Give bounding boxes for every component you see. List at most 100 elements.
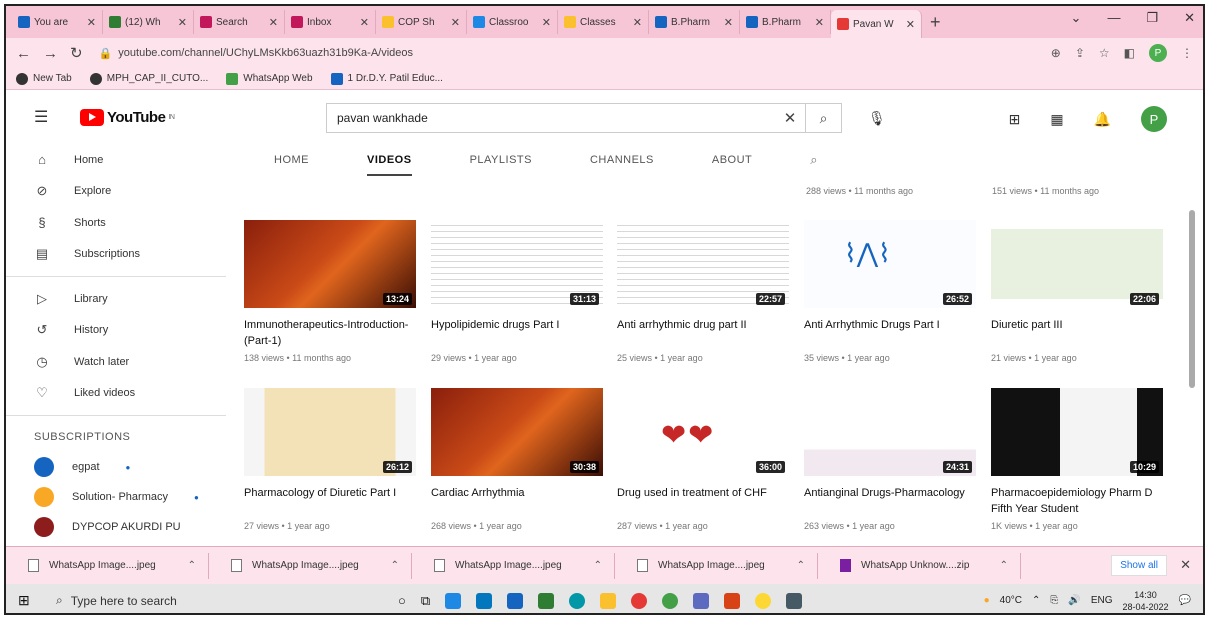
volume-icon[interactable]: 🔊 — [1068, 595, 1080, 606]
sidepanel-icon[interactable]: ◧ — [1124, 46, 1135, 60]
back-icon[interactable]: ← — [16, 45, 31, 62]
video-card[interactable]: 31:13 Hypolipidemic drugs Part I 29 views … — [431, 220, 603, 363]
download-options-icon[interactable]: ⌃ — [1000, 560, 1008, 571]
sidebar-item-watch-later[interactable]: ◷ Watch later — [6, 346, 226, 378]
video-thumbnail[interactable]: 26:12 — [244, 388, 416, 476]
video-thumbnail[interactable]: ❤❤ 36:00 — [617, 388, 789, 476]
create-video-icon[interactable]: ⊞ — [1009, 111, 1021, 128]
tab-close-icon[interactable]: ✕ — [178, 16, 187, 29]
store-app-icon[interactable] — [476, 592, 493, 609]
show-all-downloads-button[interactable]: Show all — [1111, 555, 1167, 576]
browser-tab[interactable]: (12) Wh ✕ — [103, 10, 194, 34]
video-title[interactable]: Antianginal Drugs-Pharmacology — [804, 485, 976, 517]
video-thumbnail[interactable]: 13:24 — [244, 220, 416, 308]
video-title[interactable]: Pharmacology of Diuretic Part I — [244, 485, 416, 517]
video-thumbnail[interactable]: 22:06 — [991, 220, 1163, 308]
video-title[interactable]: Immunotherapeutics-Introduction-(Part-1) — [244, 317, 416, 349]
video-thumbnail[interactable]: 30:38 — [431, 388, 603, 476]
bookmark-item[interactable]: WhatsApp Web — [226, 72, 313, 85]
tab-close-icon[interactable]: ✕ — [815, 16, 824, 29]
chrome-profile-icon[interactable] — [755, 592, 772, 609]
tab-close-icon[interactable]: ✕ — [906, 18, 915, 31]
channel-search-icon[interactable]: ⌕ — [810, 152, 818, 168]
video-card[interactable]: 13:24 Immunotherapeutics-Introduction-(Pa… — [244, 220, 416, 363]
new-tab-button[interactable]: + — [930, 12, 941, 33]
reload-icon[interactable]: ↻ — [70, 44, 83, 62]
video-thumbnail[interactable]: ⌇⋀⌇ 26:52 — [804, 220, 976, 308]
page-scrollbar[interactable] — [1189, 210, 1195, 388]
video-card[interactable]: 26:12 Pharmacology of Diuretic Part I 27 v… — [244, 388, 416, 531]
temperature[interactable]: 40°C — [1000, 595, 1022, 606]
apps-grid-icon[interactable]: ▦ — [1050, 111, 1063, 128]
video-card[interactable]: ❤❤ 36:00 Drug used in treatment of CHF 287 … — [617, 388, 789, 531]
tab-close-icon[interactable]: ✕ — [269, 16, 278, 29]
download-item[interactable]: WhatsApp Image....jpeg ⌃ — [6, 552, 209, 579]
tray-overflow-icon[interactable]: ⌃ — [1032, 595, 1040, 606]
tab-close-icon[interactable]: ✕ — [724, 16, 733, 29]
video-thumbnail[interactable]: 10:29 — [991, 388, 1163, 476]
weather-icon[interactable]: ● — [984, 595, 990, 606]
install-icon[interactable]: ⊕ — [1051, 46, 1061, 60]
video-card[interactable]: 22:06 Diuretic part III 21 views • 1 year … — [991, 220, 1163, 363]
tab-channels[interactable]: CHANNELS — [590, 154, 654, 166]
settings-app-icon[interactable] — [786, 592, 803, 609]
video-card[interactable]: 24:31 Antianginal Drugs-Pharmacology 263 v… — [804, 388, 976, 531]
tab-videos[interactable]: VIDEOS — [367, 154, 412, 176]
video-title[interactable]: Diuretic part III — [991, 317, 1163, 349]
browser-tab[interactable]: Search ✕ — [194, 10, 285, 34]
windows-start-icon[interactable]: ⊞ — [18, 592, 48, 609]
tab-close-icon[interactable]: ✕ — [360, 16, 369, 29]
edge-browser-icon[interactable] — [569, 592, 586, 609]
download-item[interactable]: WhatsApp Unknow....zip ⌃ — [818, 552, 1021, 579]
language-indicator[interactable]: ENG — [1091, 595, 1113, 606]
video-thumbnail[interactable]: 31:13 — [431, 220, 603, 308]
restore-button[interactable]: ❐ — [1146, 10, 1158, 26]
microphone-icon[interactable]: 🎙 — [868, 110, 886, 127]
teams-app-icon[interactable] — [693, 592, 710, 609]
search-button[interactable]: ⌕ — [806, 103, 842, 133]
video-card[interactable]: ⌇⋀⌇ 26:52 Anti Arrhythmic Drugs Part I 35 v… — [804, 220, 976, 363]
tab-playlists[interactable]: PLAYLISTS — [470, 154, 532, 166]
tab-close-icon[interactable]: ✕ — [451, 16, 460, 29]
tab-home[interactable]: HOME — [274, 154, 309, 166]
close-window-button[interactable]: ✕ — [1184, 10, 1195, 26]
download-options-icon[interactable]: ⌃ — [391, 560, 399, 571]
forward-icon[interactable]: → — [43, 45, 58, 62]
browser-tab[interactable]: You are ✕ — [12, 10, 103, 34]
sidebar-item-subscriptions[interactable]: ▤ Subscriptions — [6, 239, 226, 271]
sidebar-item-shorts[interactable]: § Shorts — [6, 207, 226, 239]
video-thumbnail[interactable]: 24:31 — [804, 388, 976, 476]
browser-tab[interactable]: Classroo ✕ — [467, 10, 558, 34]
minimize-button[interactable]: — — [1107, 10, 1120, 26]
subscription-channel[interactable]: Solution- Pharmacy ● — [6, 482, 226, 512]
task-view-icon[interactable]: ⧉ — [421, 593, 430, 609]
tab-search-icon[interactable]: ⌄ — [1071, 10, 1082, 26]
download-item[interactable]: WhatsApp Image....jpeg ⌃ — [209, 552, 412, 579]
hamburger-menu-icon[interactable]: ☰ — [34, 107, 58, 127]
video-title[interactable]: Anti arrhythmic drug part II — [617, 317, 789, 349]
chrome-browser-icon[interactable] — [631, 592, 648, 609]
download-options-icon[interactable]: ⌃ — [188, 560, 196, 571]
subscription-channel[interactable]: egpat ● — [6, 452, 226, 482]
browser-profile-avatar[interactable]: P — [1149, 44, 1167, 62]
whatsapp-app-icon[interactable] — [662, 592, 679, 609]
close-downloads-icon[interactable]: ✕ — [1180, 557, 1191, 573]
bookmark-item[interactable]: MPH_CAP_II_CUTO... — [89, 72, 208, 85]
browser-menu-icon[interactable]: ⋮ — [1181, 46, 1193, 60]
bookmark-star-icon[interactable]: ☆ — [1099, 46, 1110, 60]
taskbar-search[interactable]: ⌕ Type here to search — [48, 584, 368, 613]
video-title[interactable]: Cardiac Arrhythmia — [431, 485, 603, 517]
mail-app-icon[interactable] — [445, 592, 462, 609]
sidebar-item-liked-videos[interactable]: ♡ Liked videos — [6, 378, 226, 410]
browser-tab[interactable]: B.Pharm ✕ — [649, 10, 740, 34]
download-options-icon[interactable]: ⌃ — [797, 560, 805, 571]
tab-close-icon[interactable]: ✕ — [542, 16, 551, 29]
file-explorer-icon[interactable] — [600, 592, 617, 609]
download-options-icon[interactable]: ⌃ — [594, 560, 602, 571]
video-card[interactable]: 30:38 Cardiac Arrhythmia 268 views • 1 yea… — [431, 388, 603, 531]
download-item[interactable]: WhatsApp Image....jpeg ⌃ — [412, 552, 615, 579]
browser-tab[interactable]: COP Sh ✕ — [376, 10, 467, 34]
notifications-bell-icon[interactable]: 🔔 — [1094, 111, 1111, 128]
browser-tab[interactable]: Pavan W ✕ — [831, 10, 922, 38]
sidebar-item-explore[interactable]: ⊘ Explore — [6, 176, 226, 208]
